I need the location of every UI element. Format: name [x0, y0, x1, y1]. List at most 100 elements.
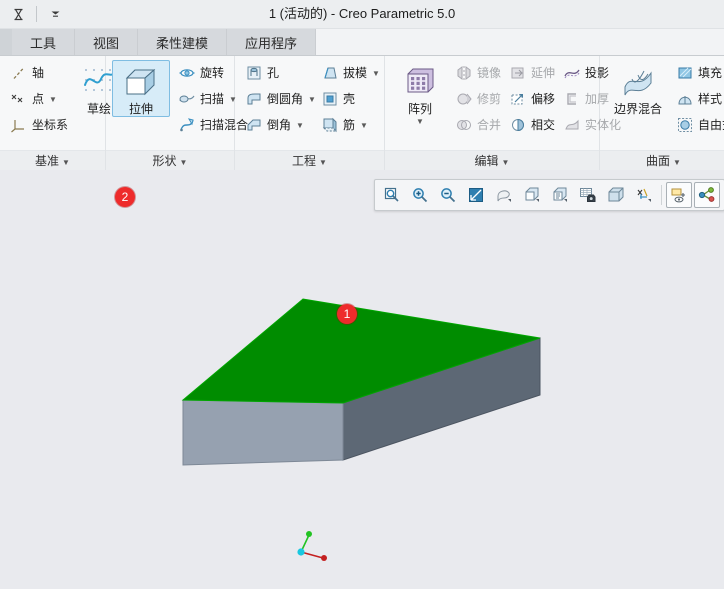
model-face-left[interactable]: [182, 399, 344, 466]
ribbon-item-label: 合并: [477, 118, 502, 132]
saved-views-icon[interactable]: [519, 182, 545, 208]
reorient-icon[interactable]: [491, 182, 517, 208]
ribbon-tab-strip: 工具 视图 柔性建模 应用程序: [0, 29, 724, 56]
ribbon-item-label: 延伸: [531, 66, 556, 80]
view-manager-icon[interactable]: [547, 182, 573, 208]
group-label-shapes[interactable]: 形状 ▼: [106, 150, 234, 171]
ribbon-item-label: 样式: [698, 92, 723, 106]
group-label-surfaces[interactable]: 曲面 ▼: [600, 150, 724, 171]
ribbon-item-merge[interactable]: 合并: [451, 112, 505, 138]
zoom-area-icon[interactable]: [379, 182, 405, 208]
named-view-camera-icon[interactable]: [575, 182, 601, 208]
ribbon-item-draft[interactable]: 拔模 ▼: [317, 60, 384, 86]
ribbon-item-intersect[interactable]: 相交: [505, 112, 559, 138]
zoom-in-icon[interactable]: [407, 182, 433, 208]
ribbon-item-extrude[interactable]: 拉伸: [112, 60, 170, 117]
triad-x-axis-point: [321, 555, 327, 561]
intersect-icon: [509, 116, 527, 134]
revolve-icon: [178, 64, 196, 82]
boundary-blend-icon: [621, 65, 655, 99]
customize-quick-access-icon[interactable]: [45, 4, 65, 24]
ribbon-item-label: 拉伸: [128, 102, 153, 116]
tab-view[interactable]: 视图: [75, 29, 139, 55]
ribbon-item-label: 拔模: [343, 66, 368, 80]
chamfer-icon: [245, 116, 263, 134]
chevron-down-icon[interactable]: ▼: [416, 117, 424, 126]
chevron-down-icon[interactable]: ▼: [360, 121, 368, 130]
hole-icon: [245, 64, 263, 82]
ribbon-item-rib[interactable]: 筋 ▼: [317, 112, 384, 138]
ribbon-item-shell[interactable]: 壳: [317, 86, 384, 112]
triad-y-axis-point: [306, 531, 312, 537]
project-icon: [563, 64, 581, 82]
pattern-icon: [403, 65, 437, 99]
ribbon-item-label: 扫描: [200, 92, 225, 106]
zoom-out-icon[interactable]: [435, 182, 461, 208]
ribbon-item-label: 偏移: [531, 92, 556, 106]
coordinate-system-icon: [10, 116, 28, 134]
hourglass-icon[interactable]: [8, 4, 28, 24]
group-label-engineering[interactable]: 工程 ▼: [235, 150, 384, 171]
group-shapes: 拉伸 旋转 扫描 ▼ 扫描混合 形状 ▼: [106, 56, 248, 171]
offset-icon: [509, 90, 527, 108]
title-bar: 1 (活动的) - Creo Parametric 5.0: [0, 0, 724, 29]
ribbon-item-style[interactable]: 样式: [672, 86, 724, 112]
ribbon-item-pattern[interactable]: 阵列 ▼: [391, 60, 449, 127]
point-icon: [10, 90, 28, 108]
ribbon-item-offset[interactable]: 偏移: [505, 86, 559, 112]
ribbon-item-trim[interactable]: 修剪: [451, 86, 505, 112]
merge-icon: [455, 116, 473, 134]
chevron-down-icon[interactable]: ▼: [296, 121, 304, 130]
view-toolbar: [374, 179, 724, 211]
ribbon-item-boundary-blend[interactable]: 边界混合: [606, 60, 670, 117]
group-datum: 轴 点 ▼ 坐标系 草绘 基准 ▼: [0, 56, 114, 171]
ribbon-item-mirror[interactable]: 镜像: [451, 60, 505, 86]
axis-icon: [10, 64, 28, 82]
group-edit: 阵列 ▼ 镜像 修剪 合并 延伸 偏移 相交 投影 加厚 实体化 编辑 ▼: [385, 56, 621, 171]
tab-flexible-modeling[interactable]: 柔性建模: [138, 29, 228, 55]
display-style-icon[interactable]: [603, 182, 629, 208]
quick-access-toolbar: [0, 0, 65, 28]
chevron-down-icon[interactable]: ▼: [372, 69, 380, 78]
ribbon-item-point[interactable]: 点 ▼: [6, 86, 68, 112]
ribbon-item-label: 壳: [343, 92, 356, 106]
group-label-datum[interactable]: 基准 ▼: [0, 150, 105, 171]
appearance-gallery-icon[interactable]: [694, 182, 720, 208]
graphics-area[interactable]: 1: [0, 170, 724, 589]
group-engineering: 孔 倒圆角 ▼ 倒角 ▼ 拔模 ▼ 壳 筋 ▼ 工程 ▼: [235, 56, 385, 171]
ribbon-item-label: 修剪: [477, 92, 502, 106]
swept-blend-icon: [178, 116, 196, 134]
chevron-down-icon[interactable]: ▼: [49, 95, 57, 104]
extend-icon: [509, 64, 527, 82]
ribbon-item-hole[interactable]: 孔: [241, 60, 317, 86]
ribbon-item-extend[interactable]: 延伸: [505, 60, 559, 86]
coordinate-triad[interactable]: [297, 531, 327, 561]
ribbon-item-axis[interactable]: 轴: [6, 60, 68, 86]
ribbon-item-label: 阵列: [407, 102, 432, 116]
group-label-edit[interactable]: 编辑 ▼: [385, 150, 599, 171]
ribbon-item-chamfer[interactable]: 倒角 ▼: [241, 112, 317, 138]
refit-icon[interactable]: [463, 182, 489, 208]
draft-icon: [321, 64, 339, 82]
ribbon-item-freestyle[interactable]: 自由式: [672, 112, 724, 138]
ribbon-item-fill[interactable]: 填充: [672, 60, 724, 86]
chevron-down-icon[interactable]: ▼: [308, 95, 316, 104]
round-icon: [245, 90, 263, 108]
ribbon-item-label: 轴: [32, 66, 45, 80]
datum-display-filters-icon[interactable]: [631, 182, 657, 208]
model-viewport[interactable]: [0, 170, 724, 589]
freestyle-icon: [676, 116, 694, 134]
ribbon-item-label: 倒角: [267, 118, 292, 132]
ribbon-item-label: 填充: [698, 66, 723, 80]
ribbon-item-round[interactable]: 倒圆角 ▼: [241, 86, 317, 112]
style-icon: [676, 90, 694, 108]
ribbon-item-coordinate-system[interactable]: 坐标系: [6, 112, 68, 138]
ribbon-item-label: 边界混合: [613, 102, 662, 116]
annotation-display-icon[interactable]: [666, 182, 692, 208]
step-badge-1: 1: [337, 304, 357, 324]
step-badge-2: 2: [115, 187, 135, 207]
group-label-text: 编辑: [474, 154, 499, 168]
tab-tools[interactable]: 工具: [12, 29, 76, 55]
tab-applications[interactable]: 应用程序: [227, 29, 317, 55]
ribbon-item-label: 镜像: [477, 66, 502, 80]
